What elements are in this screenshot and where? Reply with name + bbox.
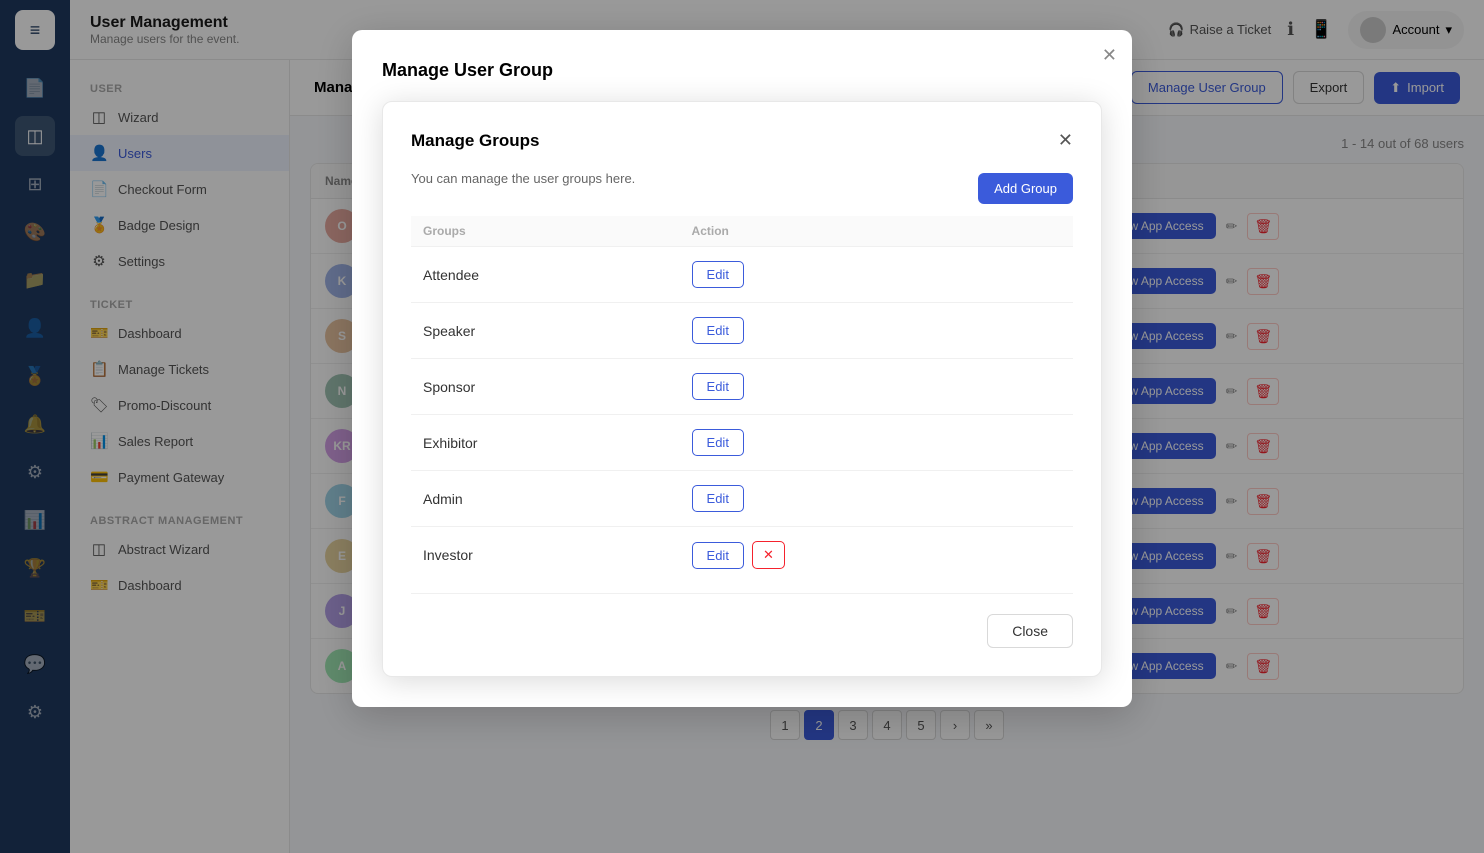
group-row: Attendee Edit xyxy=(411,247,1073,303)
inner-modal-close-button[interactable]: ✕ xyxy=(1058,130,1073,151)
inner-modal-top-row: You can manage the user groups here. Add… xyxy=(411,171,1073,206)
group-name: Investor xyxy=(411,527,680,584)
group-row: Admin Edit xyxy=(411,471,1073,527)
inner-modal-header: Manage Groups ✕ xyxy=(411,130,1073,151)
group-name: Exhibitor xyxy=(411,415,680,471)
group-name: Speaker xyxy=(411,303,680,359)
edit-group-button[interactable]: Edit xyxy=(692,261,744,288)
edit-group-button[interactable]: Edit xyxy=(692,317,744,344)
groups-scroll[interactable]: Groups Action Attendee Edit Speaker Edit… xyxy=(411,216,1073,583)
group-name: Attendee xyxy=(411,247,680,303)
group-row: Investor Edit ✕ xyxy=(411,527,1073,584)
delete-group-button[interactable]: ✕ xyxy=(752,541,785,569)
close-modal-button[interactable]: Close xyxy=(987,614,1073,648)
groups-table: Groups Action Attendee Edit Speaker Edit… xyxy=(411,216,1073,583)
group-row: Sponsor Edit xyxy=(411,359,1073,415)
groups-col-action: Action xyxy=(680,216,1073,247)
group-name: Admin xyxy=(411,471,680,527)
outer-modal-title: Manage User Group xyxy=(382,60,1102,81)
outer-modal-close-button[interactable]: ✕ xyxy=(1102,45,1117,66)
groups-col-name: Groups xyxy=(411,216,680,247)
edit-group-button[interactable]: Edit xyxy=(692,542,744,569)
group-row: Speaker Edit xyxy=(411,303,1073,359)
edit-group-button[interactable]: Edit xyxy=(692,429,744,456)
inner-modal-desc: You can manage the user groups here. xyxy=(411,171,635,186)
group-row: Exhibitor Edit xyxy=(411,415,1073,471)
modal-overlay: Manage User Group ✕ Manage Groups ✕ You … xyxy=(0,0,1484,853)
group-name: Sponsor xyxy=(411,359,680,415)
edit-group-button[interactable]: Edit xyxy=(692,485,744,512)
modal-footer: Close xyxy=(411,593,1073,648)
edit-group-button[interactable]: Edit xyxy=(692,373,744,400)
add-group-button[interactable]: Add Group xyxy=(978,173,1073,204)
inner-modal-title: Manage Groups xyxy=(411,131,539,151)
manage-groups-modal: Manage Groups ✕ You can manage the user … xyxy=(382,101,1102,677)
outer-modal: Manage User Group ✕ Manage Groups ✕ You … xyxy=(352,30,1132,707)
